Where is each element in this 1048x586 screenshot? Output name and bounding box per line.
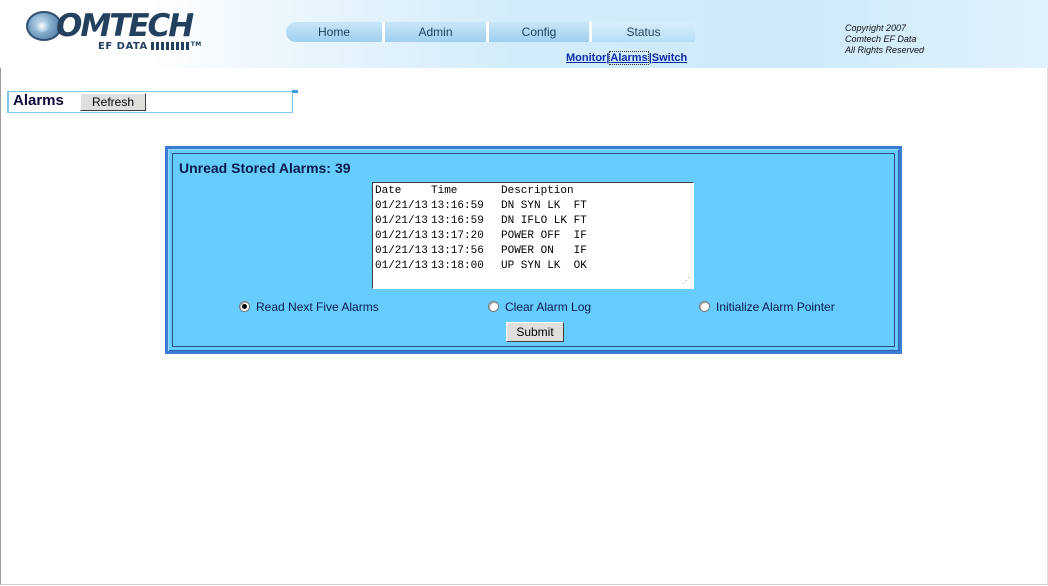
alarm-time: 13:18:00 (431, 260, 484, 272)
alarm-description: DN IFLO LK FT (501, 215, 587, 227)
logo-bars-icon (150, 42, 191, 50)
subnav-monitor-link[interactable]: Monitor (566, 52, 606, 64)
column-header-time: Time (431, 185, 458, 197)
tab-status[interactable]: Status (592, 22, 695, 42)
logo-subtitle-text: EF DATA (98, 41, 148, 52)
alarm-time: 13:17:56 (431, 245, 484, 257)
unread-alarms-heading: Unread Stored Alarms: 39 (179, 160, 351, 176)
alarm-time: 13:16:59 (431, 215, 484, 227)
alarm-log-row: 01/21/13 13:17:20 POWER OFF IF (375, 229, 691, 244)
submit-button[interactable]: Submit (506, 322, 564, 342)
alarm-log-header: Date Time Description (375, 184, 691, 199)
subnav-alarms-link[interactable]: Alarms (609, 51, 649, 65)
column-header-date: Date (375, 185, 402, 197)
resize-grip-icon[interactable]: ⋰ (682, 277, 691, 286)
radio-unselected-icon[interactable] (699, 301, 710, 312)
refresh-button[interactable]: Refresh (80, 93, 146, 111)
radio-label: Initialize Alarm Pointer (716, 300, 835, 314)
radio-label: Clear Alarm Log (505, 300, 592, 314)
subnav-switch-link[interactable]: Switch (652, 52, 687, 64)
initialize-alarm-pointer-radio[interactable]: Initialize Alarm Pointer (699, 300, 835, 314)
alarm-date: 01/21/13 (375, 260, 428, 272)
alarm-log-row: 01/21/13 13:16:59 DN IFLO LK FT (375, 214, 691, 229)
page-title: Alarms (13, 92, 64, 109)
radio-label: Read Next Five Alarms (256, 300, 379, 314)
alarm-description: DN SYN LK FT (501, 200, 587, 212)
tab-admin[interactable]: Admin (385, 22, 486, 42)
alarm-date: 01/21/13 (375, 200, 428, 212)
alarm-log-textarea[interactable]: Date Time Description 01/21/13 13:16:59 DN S… (372, 182, 694, 289)
radio-selected-icon[interactable] (239, 301, 250, 312)
alarm-description: POWER ON IF (501, 245, 587, 257)
status-subnav: Monitor|Alarms|Switch (566, 51, 688, 65)
unread-alarms-label: Unread Stored Alarms: (179, 160, 331, 176)
alarm-description: UP SYN LK OK (501, 260, 587, 272)
comtech-logo: OMTECH EF DATA TM (26, 8, 206, 53)
alarm-date: 01/21/13 (375, 215, 428, 227)
alarm-date: 01/21/13 (375, 245, 428, 257)
unread-alarms-count: 39 (334, 160, 351, 176)
column-header-description: Description (501, 185, 574, 197)
radio-unselected-icon[interactable] (488, 301, 499, 312)
copyright-line: Copyright 2007 (845, 23, 907, 33)
alarm-log-row: 01/21/13 13:17:56 POWER ON IF (375, 244, 691, 259)
alarm-time: 13:17:20 (431, 230, 484, 242)
alarm-description: POWER OFF IF (501, 230, 587, 242)
title-bar-accent (292, 90, 298, 93)
alarm-date: 01/21/13 (375, 230, 428, 242)
alarm-log-row: 01/21/13 13:18:00 UP SYN LK OK (375, 259, 691, 274)
tab-config[interactable]: Config (489, 22, 589, 42)
logo-wordmark: OMTECH (56, 8, 194, 44)
copyright-notice: Copyright 2007 Comtech EF Data All Right… (845, 23, 924, 56)
logo-subtitle: EF DATA TM (98, 41, 202, 52)
alarm-log-row: 01/21/13 13:16:59 DN SYN LK FT (375, 199, 691, 214)
copyright-line: Comtech EF Data (845, 34, 917, 44)
tab-home[interactable]: Home (286, 22, 382, 42)
read-next-five-radio[interactable]: Read Next Five Alarms (239, 300, 379, 314)
clear-alarm-log-radio[interactable]: Clear Alarm Log (488, 300, 591, 314)
copyright-line: All Rights Reserved (845, 45, 925, 55)
alarm-time: 13:16:59 (431, 200, 484, 212)
